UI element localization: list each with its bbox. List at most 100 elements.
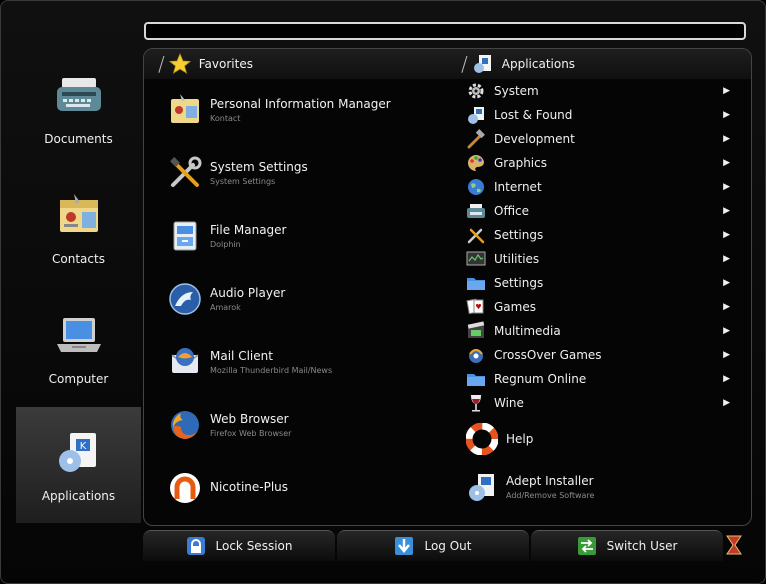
app-category-office[interactable]: Office ▶ xyxy=(466,200,730,222)
submenu-arrow-icon: ▶ xyxy=(723,182,730,192)
favorites-header: / Favorites xyxy=(144,49,459,79)
switch-user-label: Switch User xyxy=(606,539,678,553)
favorite-name: Audio Player xyxy=(210,286,286,300)
app-category-lost-found[interactable]: Lost & Found ▶ xyxy=(466,104,730,126)
tools-icon xyxy=(170,156,202,187)
address-book-icon xyxy=(59,194,98,232)
lifebuoy-icon xyxy=(466,423,498,455)
favorite-subtitle: Dolphin xyxy=(210,240,241,249)
switch-user-button[interactable]: Switch User xyxy=(531,530,723,561)
app-category-label: Regnum Online xyxy=(494,372,587,386)
app-category-settings[interactable]: Settings ▶ xyxy=(466,224,730,246)
app-category-label: Utilities xyxy=(494,252,540,266)
submenu-arrow-icon: ▶ xyxy=(723,86,730,96)
hourglass-icon xyxy=(726,535,742,555)
submenu-arrow-icon: ▶ xyxy=(723,230,730,240)
submenu-arrow-icon: ▶ xyxy=(723,110,730,120)
favorite-item-thunderbird[interactable]: Mail Client Mozilla Thunderbird Mail/News xyxy=(168,342,332,382)
log-out-button[interactable]: Log Out xyxy=(337,530,529,561)
amarok-icon xyxy=(169,283,201,315)
submenu-arrow-icon: ▶ xyxy=(723,134,730,144)
palette-icon xyxy=(468,155,484,171)
main-panel: / Favorites / Applications Personal Info… xyxy=(143,48,752,526)
favorite-item-nicotine[interactable]: Nicotine-Plus xyxy=(168,468,288,508)
folder-icon xyxy=(467,278,485,290)
favorite-item-system-settings[interactable]: System Settings System Settings xyxy=(168,153,308,193)
app-category-utilities[interactable]: Utilities ▶ xyxy=(466,248,730,270)
adept-installer-item[interactable]: Adept Installer Add/Remove Software xyxy=(466,471,594,503)
app-category-label: Games xyxy=(494,300,536,314)
help-label: Help xyxy=(506,432,534,446)
adept-subtitle: Add/Remove Software xyxy=(506,491,595,500)
favorite-name: File Manager xyxy=(210,223,287,237)
applications-icon: K xyxy=(58,433,96,472)
svg-text:♥: ♥ xyxy=(475,303,481,311)
wine-glass-icon xyxy=(471,395,481,412)
sidebar-item-label: Applications xyxy=(41,489,116,503)
file-manager-icon xyxy=(173,221,197,251)
gear-icon xyxy=(468,83,484,99)
app-category-games[interactable]: ♥ Games ▶ xyxy=(466,296,730,318)
app-category-label: Office xyxy=(494,204,530,218)
app-category-system[interactable]: System ▶ xyxy=(466,80,730,102)
sidebar-item-documents[interactable]: Documents xyxy=(16,50,141,166)
favorite-item-amarok[interactable]: Audio Player Amarok xyxy=(168,279,285,319)
submenu-arrow-icon: ▶ xyxy=(723,158,730,168)
app-category-settings-folder[interactable]: Settings ▶ xyxy=(466,272,730,294)
help-item[interactable]: Help xyxy=(466,423,533,455)
favorite-item-kontact[interactable]: Personal Information Manager Kontact xyxy=(168,90,391,130)
favorite-name: Web Browser xyxy=(210,412,289,426)
cards-icon: ♥ xyxy=(466,298,484,315)
app-category-label: Development xyxy=(494,132,575,146)
favorite-name: System Settings xyxy=(210,160,308,174)
app-category-graphics[interactable]: Graphics ▶ xyxy=(466,152,730,174)
app-category-label: System xyxy=(494,84,539,98)
submenu-arrow-icon: ▶ xyxy=(723,278,730,288)
monitor-icon xyxy=(466,251,486,266)
sidebar-item-applications[interactable]: K Applications xyxy=(16,407,141,523)
submenu-arrow-icon: ▶ xyxy=(723,374,730,384)
lock-icon xyxy=(186,537,205,555)
app-category-label: Multimedia xyxy=(494,324,561,338)
sidebar-item-label: Computer xyxy=(48,372,109,386)
svg-text:K: K xyxy=(79,441,86,452)
divider: / xyxy=(461,52,468,76)
adept-installer-icon xyxy=(469,474,494,501)
nicotine-icon xyxy=(170,473,200,503)
favorite-subtitle: Kontact xyxy=(210,114,241,123)
favorite-item-dolphin[interactable]: File Manager Dolphin xyxy=(168,216,287,256)
favorite-subtitle: System Settings xyxy=(210,177,276,186)
app-category-multimedia[interactable]: Multimedia ▶ xyxy=(466,320,730,342)
search-input[interactable] xyxy=(144,22,746,40)
submenu-arrow-icon: ▶ xyxy=(723,302,730,312)
typewriter-icon xyxy=(56,78,101,111)
favorites-title: Favorites xyxy=(198,57,253,71)
favorite-name: Nicotine-Plus xyxy=(210,479,289,494)
app-category-label: CrossOver Games xyxy=(494,348,602,362)
favorite-subtitle: Firefox Web Browser xyxy=(210,429,292,438)
favorite-name: Mail Client xyxy=(210,349,273,363)
app-category-wine[interactable]: Wine ▶ xyxy=(466,392,730,414)
app-category-development[interactable]: Development ▶ xyxy=(466,128,730,150)
sidebar-item-label: Contacts xyxy=(52,252,105,266)
sidebar-item-computer[interactable]: Computer xyxy=(16,290,141,406)
laptop-icon xyxy=(56,318,101,352)
applications-title: Applications xyxy=(501,57,576,71)
divider: / xyxy=(158,52,165,76)
lock-session-button[interactable]: Lock Session xyxy=(143,530,335,561)
favorite-item-firefox[interactable]: Web Browser Firefox Web Browser xyxy=(168,405,291,445)
globe-icon xyxy=(468,179,484,195)
submenu-arrow-icon: ▶ xyxy=(723,326,730,336)
app-category-internet[interactable]: Internet ▶ xyxy=(466,176,730,198)
thunderbird-icon xyxy=(171,348,199,373)
sidebar-item-contacts[interactable]: Contacts xyxy=(16,170,141,286)
app-category-label: Settings xyxy=(494,276,544,290)
typewriter-icon xyxy=(467,204,485,218)
app-category-crossover-games[interactable]: CrossOver Games ▶ xyxy=(466,344,730,366)
firefox-icon xyxy=(171,411,199,439)
log-out-label: Log Out xyxy=(424,539,472,553)
applications-icon xyxy=(473,55,491,73)
submenu-arrow-icon: ▶ xyxy=(723,398,730,408)
kontact-icon xyxy=(171,94,199,123)
app-category-regnum-online[interactable]: Regnum Online ▶ xyxy=(466,368,730,390)
